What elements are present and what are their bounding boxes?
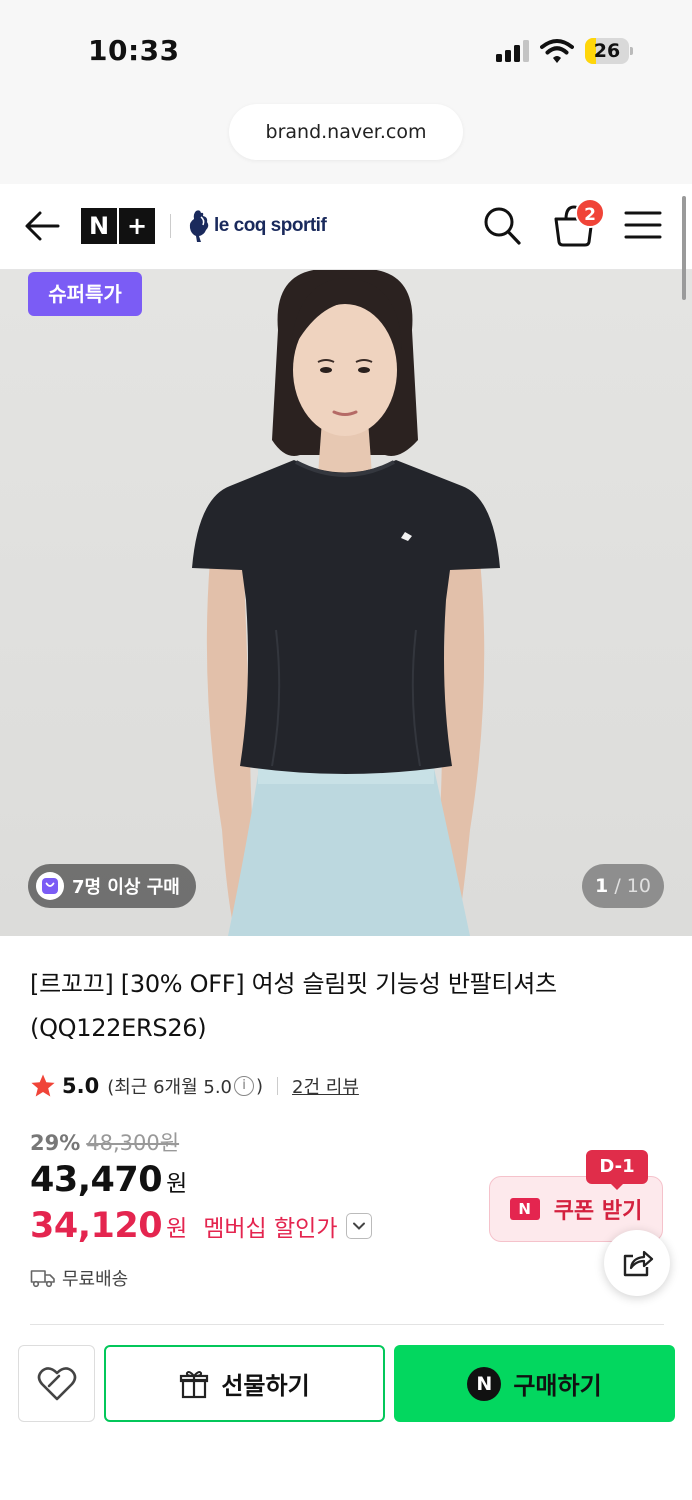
browser-url-area: brand.naver.com [0,100,692,184]
super-deal-badge: 슈퍼특가 [28,272,142,316]
header-divider [170,214,171,238]
sale-price: 43,470 [30,1160,163,1200]
nplus-letter-plus: + [119,208,155,244]
discount-row: 29% 48,300원 [30,1127,179,1157]
share-icon [623,1250,654,1277]
product-photo [0,270,692,936]
group-buy-badge: 7명 이상 구매 [28,864,196,908]
rating-score: 5.0 [62,1074,100,1098]
rating-detail: (최근 6개월 5.0 [107,1077,232,1098]
rooster-icon [189,210,209,242]
battery-indicator: 26 [585,38,633,64]
coupon-label: 쿠폰 받기 [553,1199,643,1224]
product-title: [르꼬끄] [30% OFF] 여성 슬림핏 기능성 반팔티셔츠 (QQ122E… [30,970,557,1042]
coupon-dday-badge: D-1 [586,1150,648,1184]
product-image[interactable] [0,270,692,936]
wifi-icon [540,39,574,63]
gift-icon [180,1370,209,1398]
scrollbar[interactable] [682,196,686,300]
sale-price-row: 43,470 원 [30,1160,187,1200]
image-counter-current: 1 [595,875,609,897]
discount-percent: 29% [30,1131,81,1155]
group-buy-label: 7명 이상 구매 [72,877,180,898]
cart-count-badge: 2 [575,198,605,228]
nplus-letter-n: N [81,208,117,244]
sale-price-unit: 원 [166,1171,188,1197]
section-divider [30,1324,664,1325]
gift-label: 선물하기 [221,1372,310,1400]
url-bar[interactable]: brand.naver.com [229,104,463,160]
delivery-row: 무료배송 [30,1264,128,1292]
back-arrow-icon[interactable] [22,206,62,246]
image-counter-total: / 10 [614,875,651,897]
member-price-unit: 원 [166,1216,188,1242]
brand-logo[interactable]: le coq sportif [186,206,327,246]
delivery-label: 무료배송 [62,1269,129,1290]
naver-plus-store-logo[interactable]: N + [81,208,155,244]
status-bar: 10:33 26 [0,0,692,100]
member-price-row: 34,120 원 멤버십 할인가 [30,1206,372,1246]
coupon-dday-pointer [609,1182,625,1190]
cellular-signal-icon [496,40,529,62]
gift-button[interactable]: 선물하기 [104,1345,385,1422]
buy-label: 구매하기 [513,1372,602,1400]
member-price: 34,120 [30,1206,163,1246]
wishlist-button[interactable] [18,1345,95,1422]
search-icon[interactable] [482,204,522,248]
status-time: 10:33 [88,34,180,67]
brand-name: le coq sportif [214,215,327,236]
info-icon[interactable]: i [234,1076,254,1096]
rating-row: 5.0 (최근 6개월 5.0 i ) 2건 리뷰 [30,1068,359,1104]
rating-separator [277,1077,279,1095]
truck-icon [30,1270,55,1288]
buy-button[interactable]: N 구매하기 [394,1345,675,1422]
naver-pay-n-icon: N [467,1366,502,1401]
rating-detail-close: ) [256,1075,264,1097]
bottom-action-bar: 선물하기 N 구매하기 [0,1330,692,1500]
review-link[interactable]: 2건 리뷰 [292,1073,359,1099]
heart-icon [37,1366,76,1400]
menu-icon[interactable] [624,208,662,242]
naver-n-badge: N [509,1198,540,1220]
image-counter: 1 / 10 [582,864,664,908]
shopping-bag-icon [36,872,64,900]
star-icon [31,1074,55,1097]
member-price-label: 멤버십 할인가 [203,1216,338,1242]
chevron-down-icon[interactable] [345,1213,372,1239]
share-button[interactable] [604,1230,670,1296]
battery-percent: 26 [593,40,621,62]
original-price: 48,300원 [86,1131,180,1155]
